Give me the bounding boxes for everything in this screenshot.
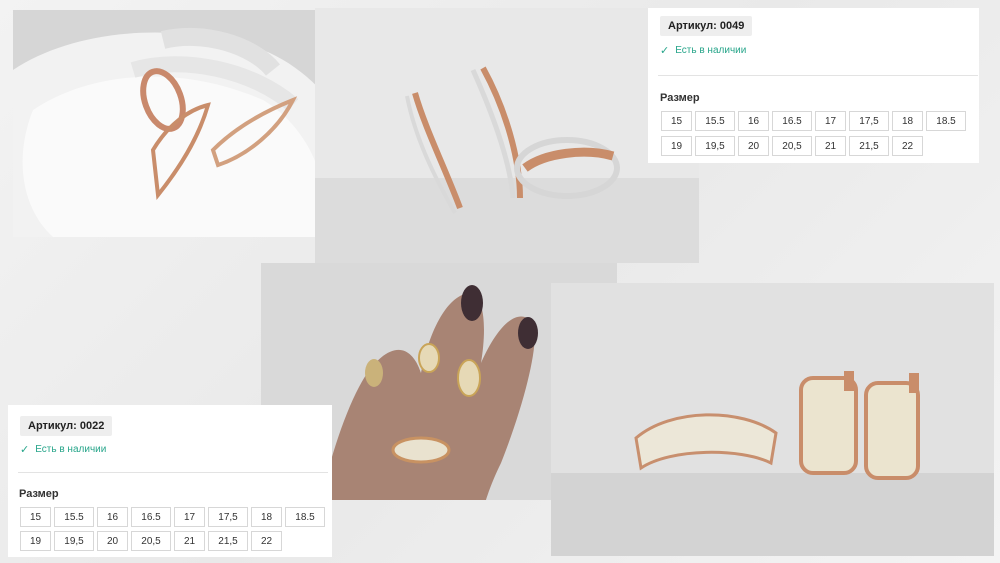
size-option[interactable]: 21 xyxy=(815,136,846,156)
size-option[interactable]: 19 xyxy=(661,136,692,156)
size-option[interactable]: 22 xyxy=(251,531,282,551)
size-option[interactable]: 22 xyxy=(892,136,923,156)
size-option[interactable]: 21,5 xyxy=(849,136,889,156)
size-option[interactable]: 19 xyxy=(20,531,51,551)
size-option[interactable]: 16.5 xyxy=(772,111,812,131)
size-title: Размер xyxy=(660,92,700,104)
stock-label: Есть в наличии xyxy=(675,45,747,56)
stock-status: ✓ Есть в наличии xyxy=(660,44,746,57)
size-option[interactable]: 20,5 xyxy=(131,531,171,551)
size-option[interactable]: 20,5 xyxy=(772,136,812,156)
product-card-0049: Артикул: 0049 ✓ Есть в наличии Размер 15… xyxy=(648,8,979,163)
sku-label: Артикул: 0022 xyxy=(20,416,113,436)
check-icon: ✓ xyxy=(660,45,670,57)
size-title: Размер xyxy=(19,488,59,500)
size-option[interactable]: 15 xyxy=(20,507,51,527)
divider xyxy=(18,472,328,473)
size-option[interactable]: 18 xyxy=(892,111,923,131)
size-option[interactable]: 18.5 xyxy=(285,507,325,527)
size-option[interactable]: 19,5 xyxy=(695,136,735,156)
size-row-1: 15 15.5 16 16.5 17 17,5 18 18.5 xyxy=(20,507,325,527)
size-row-2: 19 19,5 20 20,5 21 21,5 22 xyxy=(661,136,923,156)
size-row-1: 15 15.5 16 16.5 17 17,5 18 18.5 xyxy=(661,111,966,131)
size-option[interactable]: 15 xyxy=(661,111,692,131)
size-option[interactable]: 21 xyxy=(174,531,205,551)
sku-label: Артикул: 0049 xyxy=(660,16,753,36)
size-option[interactable]: 20 xyxy=(738,136,769,156)
size-option[interactable]: 18 xyxy=(251,507,282,527)
product-photo-set-2 xyxy=(551,283,994,556)
size-option[interactable]: 16 xyxy=(97,507,128,527)
size-option[interactable]: 17 xyxy=(174,507,205,527)
size-option[interactable]: 17 xyxy=(815,111,846,131)
size-option[interactable]: 17,5 xyxy=(208,507,248,527)
size-option[interactable]: 20 xyxy=(97,531,128,551)
product-card-0022: Артикул: 0022 ✓ Есть в наличии Размер 15… xyxy=(8,405,332,557)
size-option[interactable]: 21,5 xyxy=(208,531,248,551)
divider xyxy=(658,75,978,76)
size-option[interactable]: 17,5 xyxy=(849,111,889,131)
stock-label: Есть в наличии xyxy=(35,444,107,455)
size-option[interactable]: 16.5 xyxy=(131,507,171,527)
size-option[interactable]: 15.5 xyxy=(54,507,94,527)
size-option[interactable]: 15.5 xyxy=(695,111,735,131)
size-row-2: 19 19,5 20 20,5 21 21,5 22 xyxy=(20,531,282,551)
size-option[interactable]: 16 xyxy=(738,111,769,131)
stock-status: ✓ Есть в наличии xyxy=(20,443,106,456)
check-icon: ✓ xyxy=(20,444,30,456)
size-option[interactable]: 18.5 xyxy=(926,111,966,131)
product-photo-set-1 xyxy=(315,8,699,263)
size-option[interactable]: 19,5 xyxy=(54,531,94,551)
